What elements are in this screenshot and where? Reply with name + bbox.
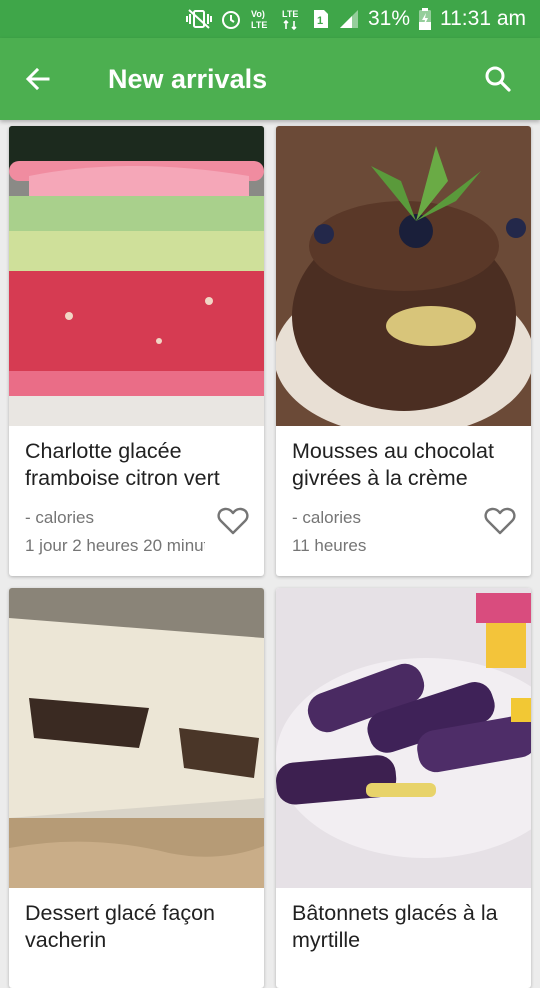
recipe-card[interactable]: Dessert glacé façon vacherin bbox=[9, 588, 264, 988]
recipe-photo bbox=[276, 588, 531, 888]
status-bar: Vo) LTE LTE 1 31% 11:31 am bbox=[0, 0, 540, 38]
sim-icon: 1 bbox=[312, 8, 330, 30]
recipe-card[interactable]: Bâtonnets glacés à la myrtille bbox=[276, 588, 531, 988]
recipe-card[interactable]: Mousses au chocolat givrées à la crème -… bbox=[276, 126, 531, 576]
recipe-photo bbox=[9, 588, 264, 888]
heart-outline-icon bbox=[217, 507, 249, 535]
vibrate-icon bbox=[185, 8, 212, 30]
recipe-time: 11 heures bbox=[292, 536, 367, 555]
svg-text:1: 1 bbox=[317, 15, 323, 27]
svg-text:LTE: LTE bbox=[251, 20, 267, 30]
heart-outline-icon bbox=[484, 507, 516, 535]
clock: 11:31 am bbox=[440, 7, 526, 30]
recipe-name: Charlotte glacée framboise citron vert bbox=[25, 439, 220, 490]
page-title: New arrivals bbox=[108, 64, 268, 94]
favorite-button[interactable] bbox=[483, 504, 517, 538]
volte-icon: Vo) LTE bbox=[250, 7, 274, 31]
search-button[interactable] bbox=[474, 55, 522, 103]
lte-icon: LTE bbox=[282, 7, 304, 31]
battery-percentage: 31% bbox=[367, 7, 410, 30]
recipe-name: Mousses au chocolat givrées à la crème bbox=[292, 439, 494, 490]
recipe-card[interactable]: Charlotte glacée framboise citron vert -… bbox=[9, 126, 264, 576]
svg-text:LTE: LTE bbox=[282, 9, 298, 19]
alarm-icon bbox=[220, 8, 242, 30]
search-icon bbox=[485, 66, 511, 92]
app-bar: New arrivals bbox=[0, 38, 540, 120]
recipe-photo bbox=[9, 126, 264, 426]
recipe-time: 1 jour 2 heures 20 minutes bbox=[25, 536, 205, 555]
signal-icon bbox=[338, 8, 360, 30]
arrow-left-icon bbox=[25, 67, 50, 91]
recipe-name: Bâtonnets glacés à la myrtille bbox=[292, 901, 498, 952]
recipe-calories: - calories bbox=[25, 508, 94, 527]
battery-charging-icon bbox=[418, 7, 432, 31]
recipe-photo bbox=[276, 126, 531, 426]
recipe-calories: - calories bbox=[292, 508, 361, 527]
recipe-name: Dessert glacé façon vacherin bbox=[25, 901, 216, 952]
favorite-button[interactable] bbox=[216, 504, 250, 538]
back-button[interactable] bbox=[14, 55, 62, 103]
svg-text:Vo): Vo) bbox=[251, 9, 265, 19]
